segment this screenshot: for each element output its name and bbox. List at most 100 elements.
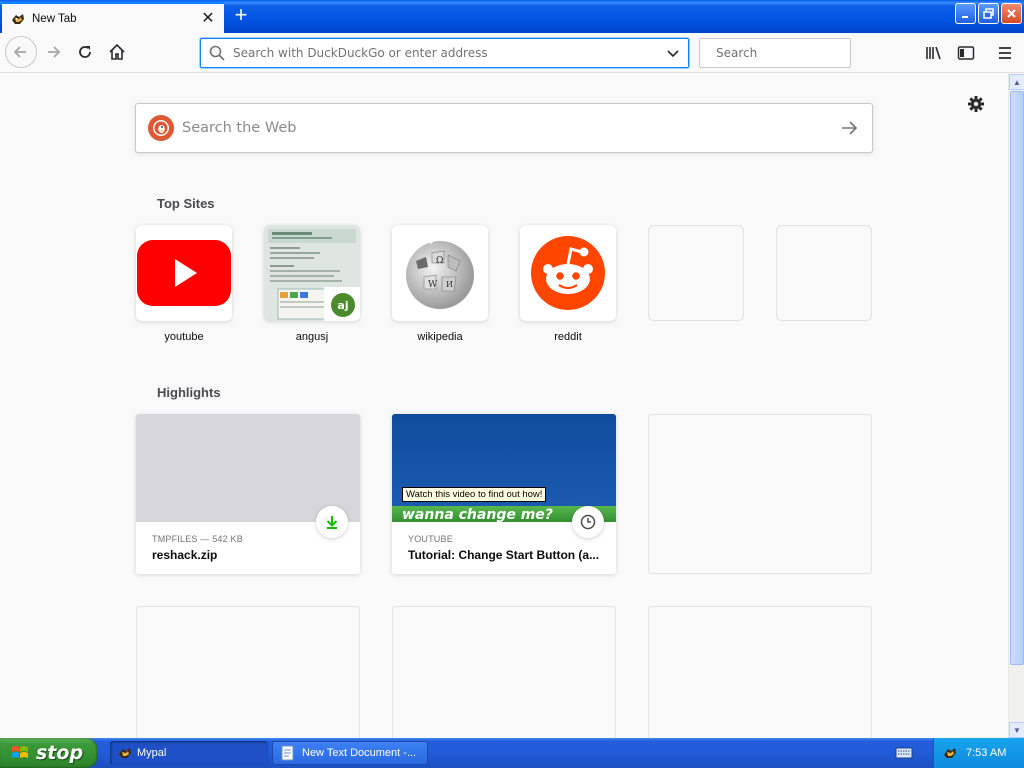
library-button[interactable]	[920, 38, 948, 68]
keyboard-icon	[895, 747, 913, 759]
web-search-box[interactable]	[135, 103, 873, 153]
gear-icon	[968, 96, 984, 112]
highlight-card-empty	[136, 606, 360, 738]
system-tray: 7:53 AM	[933, 738, 1024, 768]
search-icon	[209, 45, 225, 61]
keyboard-indicator[interactable]	[895, 746, 913, 763]
youtube-logo-icon	[137, 240, 231, 306]
sidebar-button[interactable]	[952, 38, 980, 68]
restore-button[interactable]	[978, 3, 999, 24]
top-site-angusj[interactable]: aj angusj	[264, 225, 360, 343]
thumbnail-banner-text: wanna change me?	[402, 507, 553, 522]
download-icon	[326, 516, 338, 529]
forward-arrow-icon	[48, 46, 61, 58]
reload-icon	[79, 46, 91, 58]
card-context: YOUTUBE	[408, 534, 453, 544]
url-input[interactable]	[233, 46, 666, 60]
mypal-icon	[119, 748, 131, 758]
sidebar-icon	[957, 46, 975, 60]
angusj-tile[interactable]: aj	[264, 225, 360, 321]
arrow-right-icon[interactable]	[840, 120, 858, 136]
highlight-card-reshack[interactable]: TMPFILES — 542 KB reshack.zip	[136, 414, 360, 574]
navigation-toolbar	[0, 33, 1024, 73]
vertical-scrollbar[interactable]: ▲ ▼	[1008, 74, 1024, 738]
svg-text:Ω: Ω	[436, 256, 443, 266]
tab-strip: New Tab ✕ +	[0, 0, 1024, 33]
close-window-button[interactable]	[1001, 3, 1022, 24]
top-site-reddit[interactable]: reddit	[520, 225, 616, 343]
new-tab-page: Top Sites youtube aj ang	[0, 74, 1008, 738]
wikipedia-tile[interactable]: Ω W И	[392, 225, 488, 321]
scrollbar-thumb[interactable]	[1010, 91, 1024, 665]
library-icon	[926, 46, 941, 60]
highlights-heading: Highlights	[157, 385, 221, 400]
chevron-down-icon[interactable]	[666, 46, 680, 60]
svg-text:aj: aj	[337, 299, 348, 312]
card-context: TMPFILES — 542 KB	[152, 534, 243, 544]
reddit-logo-icon	[531, 236, 605, 310]
back-button[interactable]	[5, 36, 37, 68]
empty-tile	[648, 225, 744, 321]
home-button[interactable]	[102, 37, 132, 67]
svg-text:И: И	[446, 280, 453, 289]
scroll-down-arrow-icon[interactable]: ▼	[1009, 722, 1024, 738]
duckduckgo-logo-icon	[148, 115, 174, 141]
top-sites-heading: Top Sites	[157, 196, 215, 211]
top-site-label: wikipedia	[417, 331, 463, 343]
top-site-label: angusj	[295, 331, 329, 343]
thumbnail-tooltip-text: Watch this video to find out how!	[402, 487, 547, 502]
top-site-wikipedia[interactable]: Ω W И wikipedia	[392, 225, 488, 343]
url-bar[interactable]	[200, 38, 689, 68]
taskbar-item-label: Mypal	[137, 747, 167, 759]
empty-tile	[776, 225, 872, 321]
reload-button[interactable]	[70, 37, 100, 67]
tab-title: New Tab	[32, 12, 77, 25]
highlight-card-tutorial[interactable]: Watch this video to find out how! wanna …	[392, 414, 616, 574]
download-badge	[316, 506, 348, 538]
mypal-icon	[12, 13, 24, 24]
minimize-icon	[961, 15, 968, 18]
restore-icon	[983, 8, 994, 19]
search-input[interactable]	[716, 46, 866, 60]
highlight-card-empty	[648, 606, 872, 738]
top-site-label: youtube	[164, 331, 204, 343]
web-search-input[interactable]	[182, 120, 840, 136]
forward-button[interactable]	[38, 37, 68, 67]
search-bar[interactable]	[699, 38, 866, 68]
home-icon	[109, 43, 125, 60]
new-tab-button[interactable]: +	[228, 4, 254, 28]
close-tab-icon[interactable]: ✕	[200, 10, 216, 27]
hamburger-menu-icon	[999, 47, 1011, 59]
taskbar-item-mypal[interactable]: Mypal	[110, 741, 268, 765]
svg-text:W: W	[428, 280, 438, 290]
start-button[interactable]: stop	[0, 738, 98, 768]
window-controls	[955, 3, 1022, 24]
back-arrow-icon	[13, 46, 26, 58]
minimize-button[interactable]	[955, 3, 976, 24]
highlight-card-empty	[648, 414, 872, 574]
top-site-label: reddit	[554, 331, 582, 343]
menu-button[interactable]	[991, 38, 1019, 68]
angusj-screenshot-icon: aj	[264, 225, 360, 321]
start-button-label: stop	[36, 742, 84, 764]
youtube-tile[interactable]	[136, 225, 232, 321]
close-icon	[1007, 9, 1016, 18]
tab-new-tab[interactable]: New Tab ✕	[2, 2, 224, 33]
top-site-empty	[648, 225, 744, 321]
taskbar-item-text-document[interactable]: New Text Document -...	[272, 741, 428, 765]
network-icon[interactable]	[942, 745, 958, 761]
windows-taskbar: stop Mypal New Text Document -... 7:53 A…	[0, 738, 1024, 768]
preferences-button[interactable]	[966, 94, 986, 114]
top-site-empty	[776, 225, 872, 321]
card-title: reshack.zip	[152, 548, 218, 562]
wikipedia-globe-icon: Ω W И	[406, 237, 474, 309]
top-site-youtube[interactable]: youtube	[136, 225, 232, 343]
reddit-tile[interactable]	[520, 225, 616, 321]
taskbar-item-label: New Text Document -...	[302, 747, 417, 759]
highlight-card-empty	[392, 606, 616, 738]
clock-badge	[572, 506, 604, 538]
card-title: Tutorial: Change Start Button (a...	[408, 548, 600, 562]
clock[interactable]: 7:53 AM	[966, 747, 1006, 759]
scroll-up-arrow-icon[interactable]: ▲	[1009, 74, 1024, 90]
notepad-icon	[281, 745, 294, 761]
